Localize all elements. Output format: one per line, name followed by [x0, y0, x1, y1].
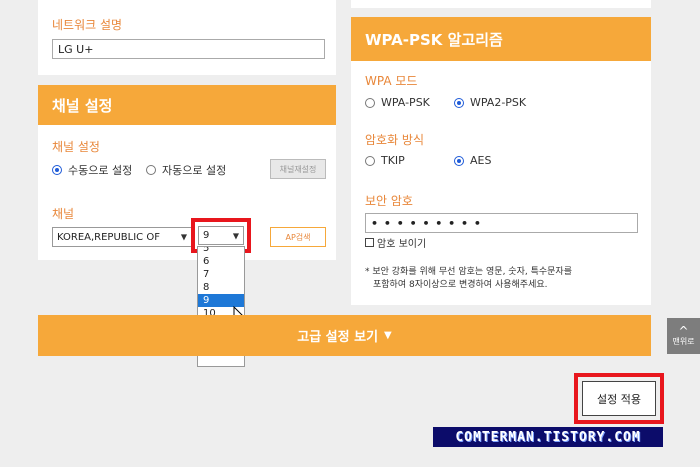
- channel-label: 채널: [52, 207, 75, 221]
- password-note-line2: 포함하여 8자이상으로 변경하여 사용해주세요.: [373, 280, 548, 290]
- arrow-up-icon: ^: [678, 323, 689, 338]
- auto-radio-label: 자동으로 설정: [162, 164, 227, 177]
- manual-radio[interactable]: 수동으로 설정: [52, 162, 132, 178]
- chevron-down-icon: ▼: [384, 330, 392, 341]
- show-password-box[interactable]: [365, 238, 374, 247]
- auto-radio[interactable]: 자동으로 설정: [146, 162, 226, 178]
- wpa-mode-label: WPA 모드: [365, 74, 418, 88]
- wpa-algorithm-panel: WPA-PSK 알고리즘 WPA 모드 WPA-PSK WPA2-PSK 암호화…: [351, 17, 651, 305]
- country-select-value: KOREA,REPUBLIC OF: [57, 231, 160, 243]
- channel-option[interactable]: 8: [198, 281, 244, 294]
- tkip-radio[interactable]: TKIP: [365, 154, 405, 167]
- network-desc-label: 네트워크 설명: [52, 18, 123, 32]
- channel-option[interactable]: 5: [198, 247, 244, 255]
- tkip-label: TKIP: [381, 154, 405, 167]
- channel-panel-header: 채널 설정: [38, 85, 336, 125]
- tkip-radio-dot[interactable]: [365, 155, 375, 166]
- wpa2-psk-label: WPA2-PSK: [470, 96, 527, 109]
- password-note: * 보안 강화를 위해 무선 암호는 영문, 숫자, 특수문자를 포함하여 8자…: [365, 266, 572, 292]
- auto-radio-dot[interactable]: [146, 165, 156, 175]
- channel-panel: 채널 설정 채널 설정 수동으로 설정 자동으로 설정 채널재설정 채널 KOR…: [38, 85, 336, 260]
- wpa-psk-label: WPA-PSK: [381, 96, 430, 109]
- password-note-line1: * 보안 강화를 위해 무선 암호는 영문, 숫자, 특수문자를: [365, 267, 572, 277]
- manual-radio-dot[interactable]: [52, 165, 62, 175]
- security-password-label: 보안 암호: [365, 194, 413, 208]
- ap-search-button[interactable]: AP검색: [270, 227, 326, 247]
- advanced-settings-label: 고급 설정 보기: [297, 330, 379, 345]
- wpa2-psk-radio[interactable]: WPA2-PSK: [454, 96, 526, 109]
- wpa2-psk-radio-dot[interactable]: [454, 97, 464, 108]
- channel-reset-button[interactable]: 채널재설정: [270, 159, 326, 179]
- wpa-psk-radio[interactable]: WPA-PSK: [365, 96, 430, 109]
- show-password-label: 암호 보이기: [377, 239, 427, 250]
- aes-radio[interactable]: AES: [454, 154, 491, 167]
- back-to-top-button[interactable]: ^ 맨위로: [667, 318, 700, 354]
- apply-settings-button[interactable]: 설정 적용: [582, 381, 656, 416]
- wpa-psk-radio-dot[interactable]: [365, 97, 375, 108]
- wpa-panel-header: WPA-PSK 알고리즘: [351, 17, 651, 61]
- advanced-settings-toggle[interactable]: 고급 설정 보기 ▼: [38, 315, 651, 356]
- network-desc-input[interactable]: LG U+: [52, 39, 325, 59]
- country-select[interactable]: KOREA,REPUBLIC OF ▼: [52, 227, 192, 247]
- chevron-down-icon: ▼: [180, 232, 187, 242]
- show-password-checkbox[interactable]: 암호 보이기: [365, 235, 426, 250]
- channel-option[interactable]: 6: [198, 255, 244, 268]
- wpa-panel: [351, 0, 651, 8]
- network-panel: 네트워크 설명 LG U+: [38, 0, 336, 75]
- aes-radio-dot[interactable]: [454, 155, 464, 166]
- channel-mode-label: 채널 설정: [52, 140, 100, 154]
- password-input[interactable]: • • • • • • • • •: [365, 213, 638, 233]
- aes-label: AES: [470, 154, 492, 167]
- watermark-logo: COMTERMAN.TISTORY.COM: [433, 427, 663, 447]
- back-to-top-label: 맨위로: [672, 336, 695, 346]
- manual-radio-label: 수동으로 설정: [68, 164, 133, 177]
- channel-option[interactable]: 7: [198, 268, 244, 281]
- encryption-label: 암호화 방식: [365, 133, 425, 147]
